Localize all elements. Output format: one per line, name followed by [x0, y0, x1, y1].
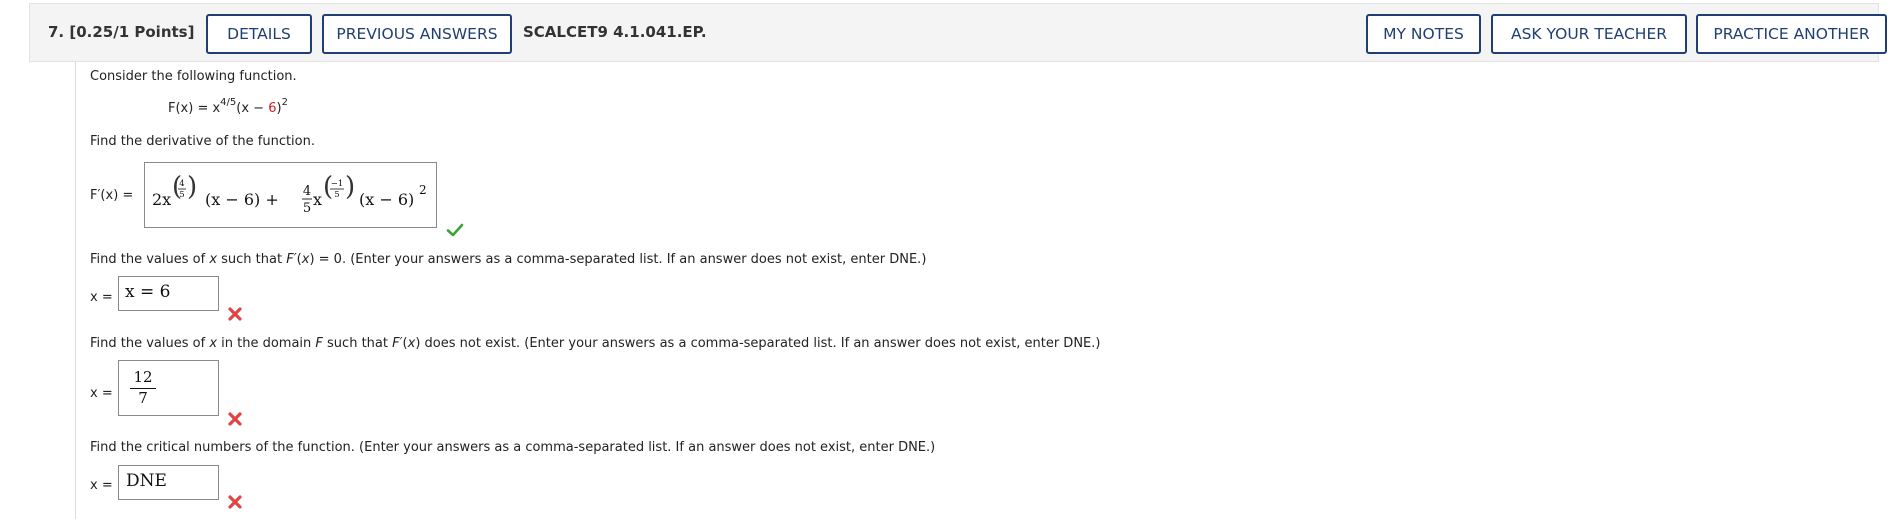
part2-prompt: Find the values of x such that F′(x) = 0…	[90, 252, 927, 267]
svg-text:): )	[345, 172, 355, 202]
part3-fraction-numerator: 12	[133, 368, 153, 386]
derivative-expression: 2x ( 4 5 ) (x − 6) + 4 5 x ( −1 5 ) (x −…	[152, 172, 427, 216]
my-notes-button[interactable]: MY NOTES	[1366, 14, 1481, 54]
ask-your-teacher-button[interactable]: ASK YOUR TEACHER	[1491, 14, 1687, 54]
part2-answer-field[interactable]: x = 6	[118, 276, 219, 311]
part1-prompt: Find the derivative of the function.	[90, 134, 315, 149]
question-number: 7.	[48, 23, 65, 41]
part3-label: x =	[90, 386, 113, 401]
details-button[interactable]: DETAILS	[206, 14, 312, 54]
deriv-term-4-square: 2	[419, 183, 427, 197]
deriv-exp2-num: −1	[331, 179, 344, 189]
deriv-coef-den: 5	[303, 201, 311, 216]
correct-check-icon	[446, 223, 464, 237]
deriv-exp1-num: 4	[179, 179, 184, 189]
question-points: [0.25/1 Points]	[69, 23, 195, 41]
svg-text:): )	[187, 172, 197, 202]
part4-prompt: Find the critical numbers of the functio…	[90, 440, 936, 455]
deriv-term-2x: 2x	[152, 190, 171, 209]
incorrect-x-icon	[228, 412, 242, 426]
part4-answer-field[interactable]: DNE	[118, 465, 219, 500]
function-expression: F(x) = x4/5(x − 6)2	[168, 97, 288, 116]
part2-label: x =	[90, 290, 113, 305]
question-id: SCALCET9 4.1.041.EP.	[523, 23, 707, 41]
part1-label: F′(x) =	[90, 188, 134, 203]
deriv-exp2-den: 5	[334, 190, 339, 200]
deriv-term-4: (x − 6)	[359, 190, 414, 209]
deriv-term-2: (x − 6) +	[205, 190, 279, 209]
question-header: 7. [0.25/1 Points] DETAILS PREVIOUS ANSW…	[29, 3, 1887, 62]
deriv-exp1-den: 5	[179, 190, 184, 200]
part3-fraction-denominator: 7	[138, 389, 148, 407]
part4-label: x =	[90, 478, 113, 493]
question-number-points: 7. [0.25/1 Points]	[48, 23, 194, 41]
deriv-coef-num: 4	[303, 184, 311, 199]
part3-prompt: Find the values of x in the domain F suc…	[90, 336, 1101, 351]
part3-answer-field[interactable]: 12 7	[118, 360, 219, 416]
practice-another-button[interactable]: PRACTICE ANOTHER	[1696, 14, 1887, 54]
incorrect-x-icon	[228, 307, 242, 321]
derivative-answer-field[interactable]: 2x ( 4 5 ) (x − 6) + 4 5 x ( −1 5 ) (x −…	[144, 162, 437, 228]
incorrect-x-icon	[228, 495, 242, 509]
intro-text: Consider the following function.	[90, 69, 297, 84]
previous-answers-button[interactable]: PREVIOUS ANSWERS	[322, 14, 512, 54]
deriv-term-x: x	[313, 190, 322, 209]
